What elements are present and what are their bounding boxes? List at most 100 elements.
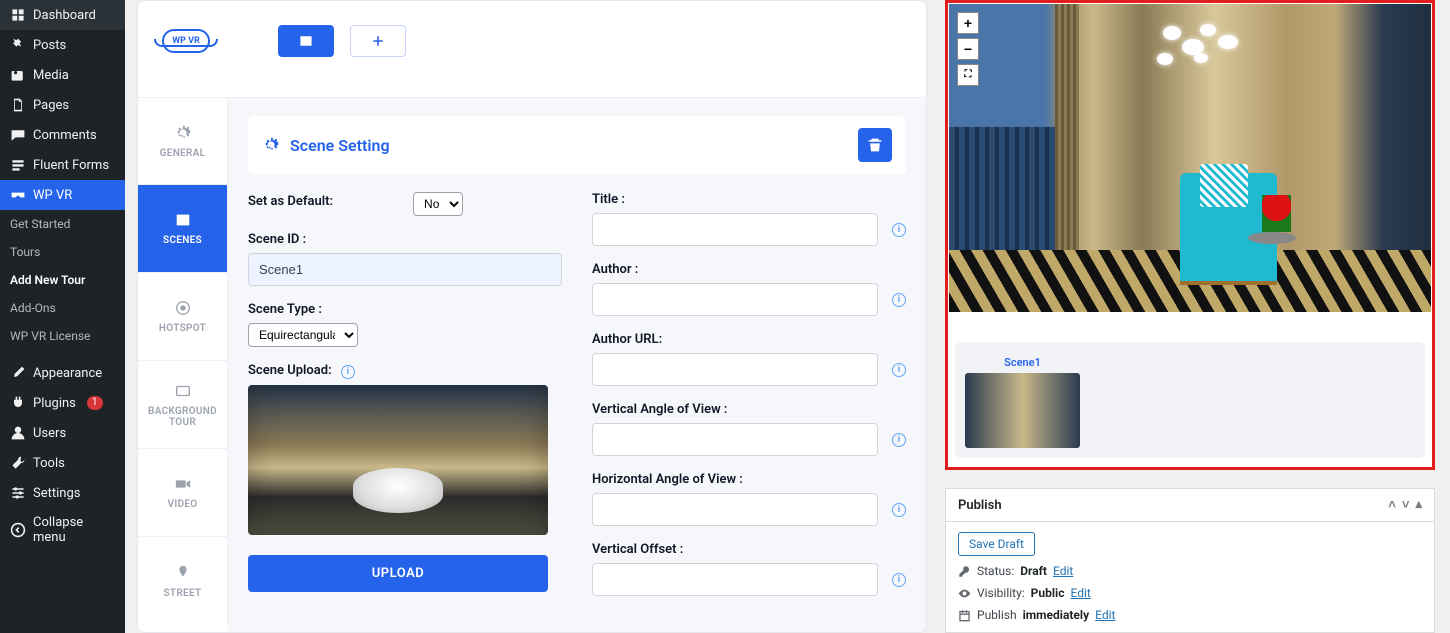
sidebar-sub-license[interactable]: WP VR License <box>0 322 125 350</box>
info-icon[interactable]: i <box>892 293 906 307</box>
field-scene-upload: Scene Upload: i UPLOAD <box>248 363 562 592</box>
info-icon[interactable]: i <box>892 223 906 237</box>
upload-button[interactable]: UPLOAD <box>248 555 548 592</box>
gear-icon <box>262 136 280 154</box>
tab-add-scene[interactable] <box>350 25 406 57</box>
dashboard-icon <box>10 7 26 23</box>
pano-preview[interactable]: + − ⛶ <box>949 4 1431 312</box>
edit-visibility-link[interactable]: Edit <box>1070 586 1090 600</box>
author-input[interactable] <box>592 283 878 316</box>
panel-title: Scene Setting <box>290 136 390 155</box>
sidebar-label: Fluent Forms <box>33 158 109 173</box>
sidebar-item-appearance[interactable]: Appearance <box>0 358 125 388</box>
sidebar-item-users[interactable]: Users <box>0 418 125 448</box>
sidebar-label: WP VR <box>33 188 72 203</box>
scene-thumbnail-item[interactable]: Scene1 <box>965 356 1080 448</box>
sidebar-item-fluent-forms[interactable]: Fluent Forms <box>0 150 125 180</box>
sidebar-label: Settings <box>33 486 80 501</box>
rail-scenes[interactable]: SCENES <box>138 185 227 273</box>
field-haov: Horizontal Angle of View : i <box>592 472 906 526</box>
rail-video[interactable]: VIDEO <box>138 449 227 537</box>
field-author-url: Author URL: i <box>592 332 906 386</box>
rail-background-tour[interactable]: BACKGROUND TOUR <box>138 361 227 449</box>
visibility-row: Visibility: Public Edit <box>958 586 1422 600</box>
field-author: Author : i <box>592 262 906 316</box>
zoom-in-button[interactable]: + <box>957 12 979 34</box>
eye-icon <box>958 587 971 600</box>
info-icon[interactable]: i <box>341 365 355 379</box>
caret-up-icon[interactable]: ▴ <box>1415 497 1422 513</box>
haov-input[interactable] <box>592 493 878 526</box>
fullscreen-button[interactable]: ⛶ <box>957 64 979 86</box>
zoom-out-button[interactable]: − <box>957 38 979 60</box>
sidebar-label: Users <box>33 426 66 441</box>
editor-rail: GENERAL SCENES HOTSPOT BACKGROUND TOUR V… <box>138 97 228 625</box>
voffset-input[interactable] <box>592 563 878 596</box>
delete-scene-button[interactable] <box>858 128 892 162</box>
tab-image-tour[interactable] <box>278 25 334 57</box>
field-set-default: Set as Default: No <box>248 192 562 216</box>
author-url-input[interactable] <box>592 353 878 386</box>
pages-icon <box>10 97 26 113</box>
sidebar-sub-add-new-tour[interactable]: Add New Tour <box>0 266 125 294</box>
status-row: Status: Draft Edit <box>958 564 1422 578</box>
sidebar-label: Media <box>33 68 69 83</box>
sliders-icon <box>10 485 26 501</box>
sidebar-item-tools[interactable]: Tools <box>0 448 125 478</box>
rail-hotspot[interactable]: HOTSPOT <box>138 273 227 361</box>
sidebar-item-plugins[interactable]: Plugins 1 <box>0 388 125 418</box>
scene-thumbnail-image <box>965 373 1080 448</box>
chevron-up-icon[interactable]: ˄ <box>1388 497 1396 513</box>
preview-box: + − ⛶ Scene1 <box>945 0 1435 470</box>
scene-type-select[interactable]: Equirectangular <box>248 323 358 347</box>
rail-street[interactable]: STREET <box>138 537 227 625</box>
plugins-badge: 1 <box>87 396 103 410</box>
field-scene-type: Scene Type : Equirectangular <box>248 302 562 347</box>
sidebar-label: Plugins <box>33 396 76 411</box>
vr-icon <box>10 187 26 203</box>
sidebar-item-comments[interactable]: Comments <box>0 120 125 150</box>
field-title: Title : i <box>592 192 906 246</box>
key-icon <box>958 565 971 578</box>
comments-icon <box>10 127 26 143</box>
sidebar-item-settings[interactable]: Settings <box>0 478 125 508</box>
publish-metabox: Publish ˄ ˅ ▴ Save Draft Status: Draft E… <box>945 488 1435 633</box>
plug-icon <box>10 395 26 411</box>
save-draft-button[interactable]: Save Draft <box>958 532 1035 556</box>
sidebar-sub-get-started[interactable]: Get Started <box>0 210 125 238</box>
sidebar-item-posts[interactable]: Posts <box>0 30 125 60</box>
vaov-input[interactable] <box>592 423 878 456</box>
brush-icon <box>10 365 26 381</box>
sidebar-item-collapse[interactable]: Collapse menu <box>0 508 125 552</box>
rail-general[interactable]: GENERAL <box>138 97 227 185</box>
edit-status-link[interactable]: Edit <box>1053 564 1073 578</box>
media-icon <box>10 67 26 83</box>
sidebar-sub-addons[interactable]: Add-Ons <box>0 294 125 322</box>
editor-top-bar: WP VR <box>138 1 926 81</box>
scene-settings-panel: Scene Setting Set as Default: No Scene I… <box>228 97 926 632</box>
sidebar-item-wpvr[interactable]: WP VR <box>0 180 125 210</box>
field-voffset: Vertical Offset : i <box>592 542 906 596</box>
info-icon[interactable]: i <box>892 503 906 517</box>
wpvr-logo: WP VR <box>156 21 216 61</box>
sidebar-item-media[interactable]: Media <box>0 60 125 90</box>
sidebar-item-dashboard[interactable]: Dashboard <box>0 0 125 30</box>
title-input[interactable] <box>592 213 878 246</box>
chevron-down-icon[interactable]: ˅ <box>1402 497 1410 513</box>
info-icon[interactable]: i <box>892 363 906 377</box>
sidebar-item-pages[interactable]: Pages <box>0 90 125 120</box>
form-icon <box>10 157 26 173</box>
info-icon[interactable]: i <box>892 573 906 587</box>
scene-id-input[interactable] <box>248 253 562 286</box>
wp-admin-sidebar: Dashboard Posts Media Pages Comments Flu… <box>0 0 125 633</box>
sidebar-sub-tours[interactable]: Tours <box>0 238 125 266</box>
sidebar-label: Pages <box>33 98 69 113</box>
info-icon[interactable]: i <box>892 433 906 447</box>
schedule-row: Publish immediately Edit <box>958 608 1422 622</box>
scene-thumbnail-strip: Scene1 <box>955 342 1425 458</box>
default-select[interactable]: No <box>413 192 463 216</box>
field-vaov: Vertical Angle of View : i <box>592 402 906 456</box>
edit-schedule-link[interactable]: Edit <box>1095 608 1115 622</box>
collapse-icon <box>10 522 26 538</box>
user-icon <box>10 425 26 441</box>
